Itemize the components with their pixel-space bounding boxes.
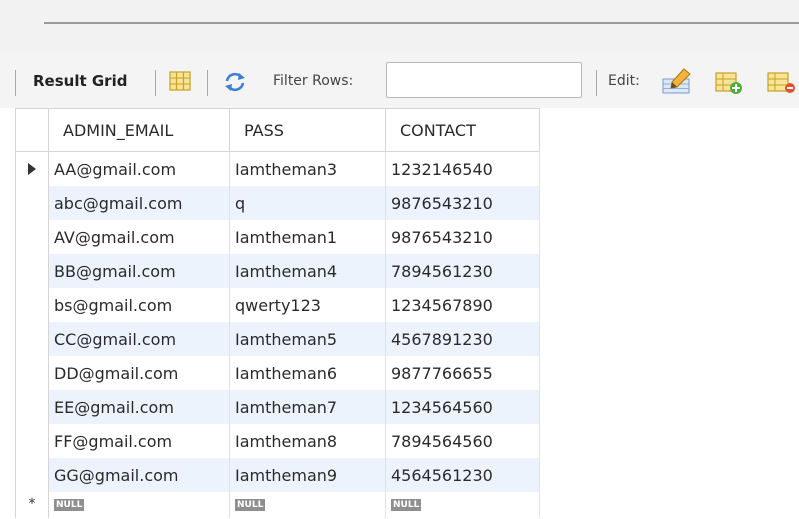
cell-admin-email[interactable]: AA@gmail.com	[48, 151, 230, 186]
row-selector[interactable]	[15, 254, 49, 288]
null-badge: NULL	[54, 499, 85, 511]
table-row[interactable]: EE@gmail.com Iamtheman7 1234564560	[15, 390, 540, 424]
table-row[interactable]: AA@gmail.com Iamtheman3 1232146540	[15, 151, 540, 186]
cell-pass[interactable]: Iamtheman6	[229, 356, 386, 390]
row-selector[interactable]	[15, 356, 49, 390]
row-selector[interactable]	[15, 390, 49, 424]
editor-divider	[44, 22, 799, 24]
cell-pass[interactable]: qwerty123	[229, 288, 386, 322]
cell-pass[interactable]: Iamtheman4	[229, 254, 386, 288]
editor-area	[0, 0, 799, 52]
edit-label: Edit:	[608, 73, 640, 89]
result-grid-tab[interactable]: Result Grid	[33, 72, 127, 90]
row-selector[interactable]	[15, 151, 49, 186]
row-selector-header[interactable]	[15, 108, 49, 152]
toolbar-separator	[596, 70, 597, 96]
cell-pass[interactable]: NULL	[229, 492, 386, 518]
cell-pass[interactable]: Iamtheman9	[229, 458, 386, 492]
edit-pencil-icon[interactable]	[660, 66, 694, 96]
cell-admin-email[interactable]: CC@gmail.com	[48, 322, 230, 356]
null-badge: NULL	[391, 499, 422, 511]
row-selector[interactable]: *	[15, 492, 49, 518]
header-row: ADMIN_EMAIL PASS CONTACT	[15, 108, 540, 152]
cell-pass[interactable]: Iamtheman1	[229, 220, 386, 254]
cell-contact[interactable]: 1234564560	[385, 390, 540, 424]
cell-contact[interactable]: 9876543210	[385, 220, 540, 254]
cell-contact[interactable]: 9877766655	[385, 356, 540, 390]
cell-contact[interactable]: 1234567890	[385, 288, 540, 322]
new-row-marker: *	[28, 496, 36, 512]
cell-admin-email[interactable]: GG@gmail.com	[48, 458, 230, 492]
result-table: ADMIN_EMAIL PASS CONTACT AA@gmail.com Ia…	[15, 108, 540, 518]
column-header-contact[interactable]: CONTACT	[385, 108, 540, 152]
cell-admin-email[interactable]: bs@gmail.com	[48, 288, 230, 322]
row-selector[interactable]	[15, 322, 49, 356]
cell-admin-email[interactable]: EE@gmail.com	[48, 390, 230, 424]
cell-admin-email[interactable]: NULL	[48, 492, 230, 518]
grid-layout-icon[interactable]	[167, 69, 193, 93]
table-row[interactable]: AV@gmail.com Iamtheman1 9876543210	[15, 220, 540, 254]
column-header-admin-email[interactable]: ADMIN_EMAIL	[48, 108, 230, 152]
table-row[interactable]: FF@gmail.com Iamtheman8 7894564560	[15, 424, 540, 458]
delete-row-icon[interactable]	[766, 70, 796, 96]
cell-admin-email[interactable]: BB@gmail.com	[48, 254, 230, 288]
result-grid: ADMIN_EMAIL PASS CONTACT AA@gmail.com Ia…	[0, 108, 799, 519]
cell-pass[interactable]: Iamtheman7	[229, 390, 386, 424]
cell-admin-email[interactable]: AV@gmail.com	[48, 220, 230, 254]
cell-contact[interactable]: NULL	[385, 492, 540, 518]
refresh-icon[interactable]	[222, 70, 248, 94]
current-row-arrow-icon	[28, 162, 36, 175]
table-row[interactable]: CC@gmail.com Iamtheman5 4567891230	[15, 322, 540, 356]
cell-admin-email[interactable]: abc@gmail.com	[48, 186, 230, 220]
cell-pass[interactable]: q	[229, 186, 386, 220]
table-row[interactable]: abc@gmail.com q 9876543210	[15, 186, 540, 220]
row-selector[interactable]	[15, 288, 49, 322]
cell-contact[interactable]: 1232146540	[385, 151, 540, 186]
cell-contact[interactable]: 7894564560	[385, 424, 540, 458]
row-selector[interactable]	[15, 458, 49, 492]
toolbar-separator	[155, 70, 156, 96]
cell-contact[interactable]: 4564561230	[385, 458, 540, 492]
cell-pass[interactable]: Iamtheman3	[229, 151, 386, 186]
add-row-icon[interactable]	[714, 70, 744, 96]
table-row[interactable]: DD@gmail.com Iamtheman6 9877766655	[15, 356, 540, 390]
cell-contact[interactable]: 7894561230	[385, 254, 540, 288]
filter-rows-input[interactable]	[386, 62, 582, 98]
row-selector[interactable]	[15, 186, 49, 220]
null-badge: NULL	[235, 499, 266, 511]
cell-pass[interactable]: Iamtheman8	[229, 424, 386, 458]
filter-rows-label: Filter Rows:	[273, 73, 354, 89]
row-selector[interactable]	[15, 220, 49, 254]
column-header-pass[interactable]: PASS	[229, 108, 386, 152]
table-row[interactable]: BB@gmail.com Iamtheman4 7894561230	[15, 254, 540, 288]
cell-contact[interactable]: 9876543210	[385, 186, 540, 220]
table-row[interactable]: bs@gmail.com qwerty123 1234567890	[15, 288, 540, 322]
cell-pass[interactable]: Iamtheman5	[229, 322, 386, 356]
cell-admin-email[interactable]: DD@gmail.com	[48, 356, 230, 390]
toolbar-separator	[207, 70, 208, 96]
toolbar-left-separator	[15, 70, 16, 96]
new-row[interactable]: * NULL NULL NULL	[15, 492, 540, 518]
cell-contact[interactable]: 4567891230	[385, 322, 540, 356]
cell-admin-email[interactable]: FF@gmail.com	[48, 424, 230, 458]
table-row[interactable]: GG@gmail.com Iamtheman9 4564561230	[15, 458, 540, 492]
result-toolbar: Result Grid Filter Rows: Edit:	[0, 52, 799, 108]
row-selector[interactable]	[15, 424, 49, 458]
mysql-workbench-result-panel: Result Grid Filter Rows: Edit: ADMIN_EMA…	[0, 0, 799, 519]
